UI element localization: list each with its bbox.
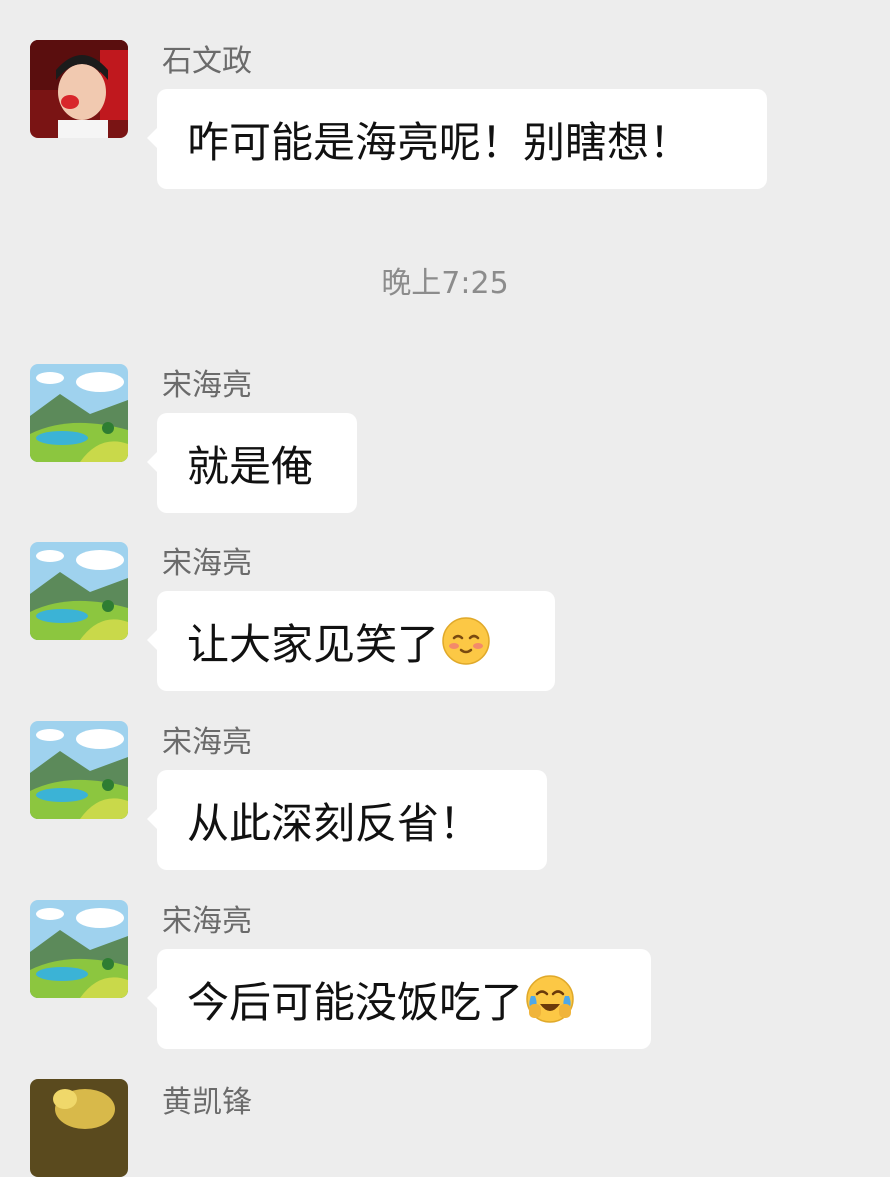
sender-name: 宋海亮	[162, 904, 252, 939]
chat-area: 石文政 咋可能是海亮呢！别瞎想！ 晚上7:25 宋海亮 就是俺 宋海亮 让大家见…	[0, 0, 890, 1177]
sender-name: 宋海亮	[162, 546, 252, 581]
avatar[interactable]	[30, 721, 128, 819]
message-text: 就是俺	[187, 441, 314, 491]
message-bubble[interactable]: 让大家见笑了	[147, 591, 555, 691]
shy-smile-emoji-icon	[441, 616, 491, 666]
message-text: 今后可能没饭吃了	[187, 977, 524, 1027]
landscape-avatar-icon	[30, 542, 128, 640]
sender-name: 宋海亮	[162, 368, 252, 403]
avatar[interactable]	[30, 542, 128, 640]
sender-name: 石文政	[162, 44, 252, 79]
sender-name-partial: 黄凯锋	[162, 1085, 252, 1120]
avatar[interactable]	[30, 1079, 128, 1177]
message-bubble[interactable]: 今后可能没饭吃了	[147, 949, 651, 1049]
avatar[interactable]	[30, 900, 128, 998]
message-text: 让大家见笑了	[187, 619, 440, 669]
yellow-photo-avatar-icon	[30, 1079, 128, 1177]
message-bubble[interactable]: 就是俺	[147, 413, 357, 513]
message-bubble[interactable]: 咋可能是海亮呢！别瞎想！	[147, 89, 767, 189]
message-bubble[interactable]: 从此深刻反省！	[147, 770, 547, 870]
message-text: 从此深刻反省！	[187, 798, 482, 848]
landscape-avatar-icon	[30, 721, 128, 819]
landscape-avatar-icon	[30, 900, 128, 998]
landscape-avatar-icon	[30, 364, 128, 462]
avatar[interactable]	[30, 40, 128, 138]
child-photo-avatar-icon	[30, 40, 128, 138]
timestamp: 晚上7:25	[381, 266, 509, 301]
message-text: 咋可能是海亮呢！别瞎想！	[187, 117, 692, 167]
crying-laughing-emoji-icon	[525, 974, 575, 1024]
sender-name: 宋海亮	[162, 725, 252, 760]
avatar[interactable]	[30, 364, 128, 462]
